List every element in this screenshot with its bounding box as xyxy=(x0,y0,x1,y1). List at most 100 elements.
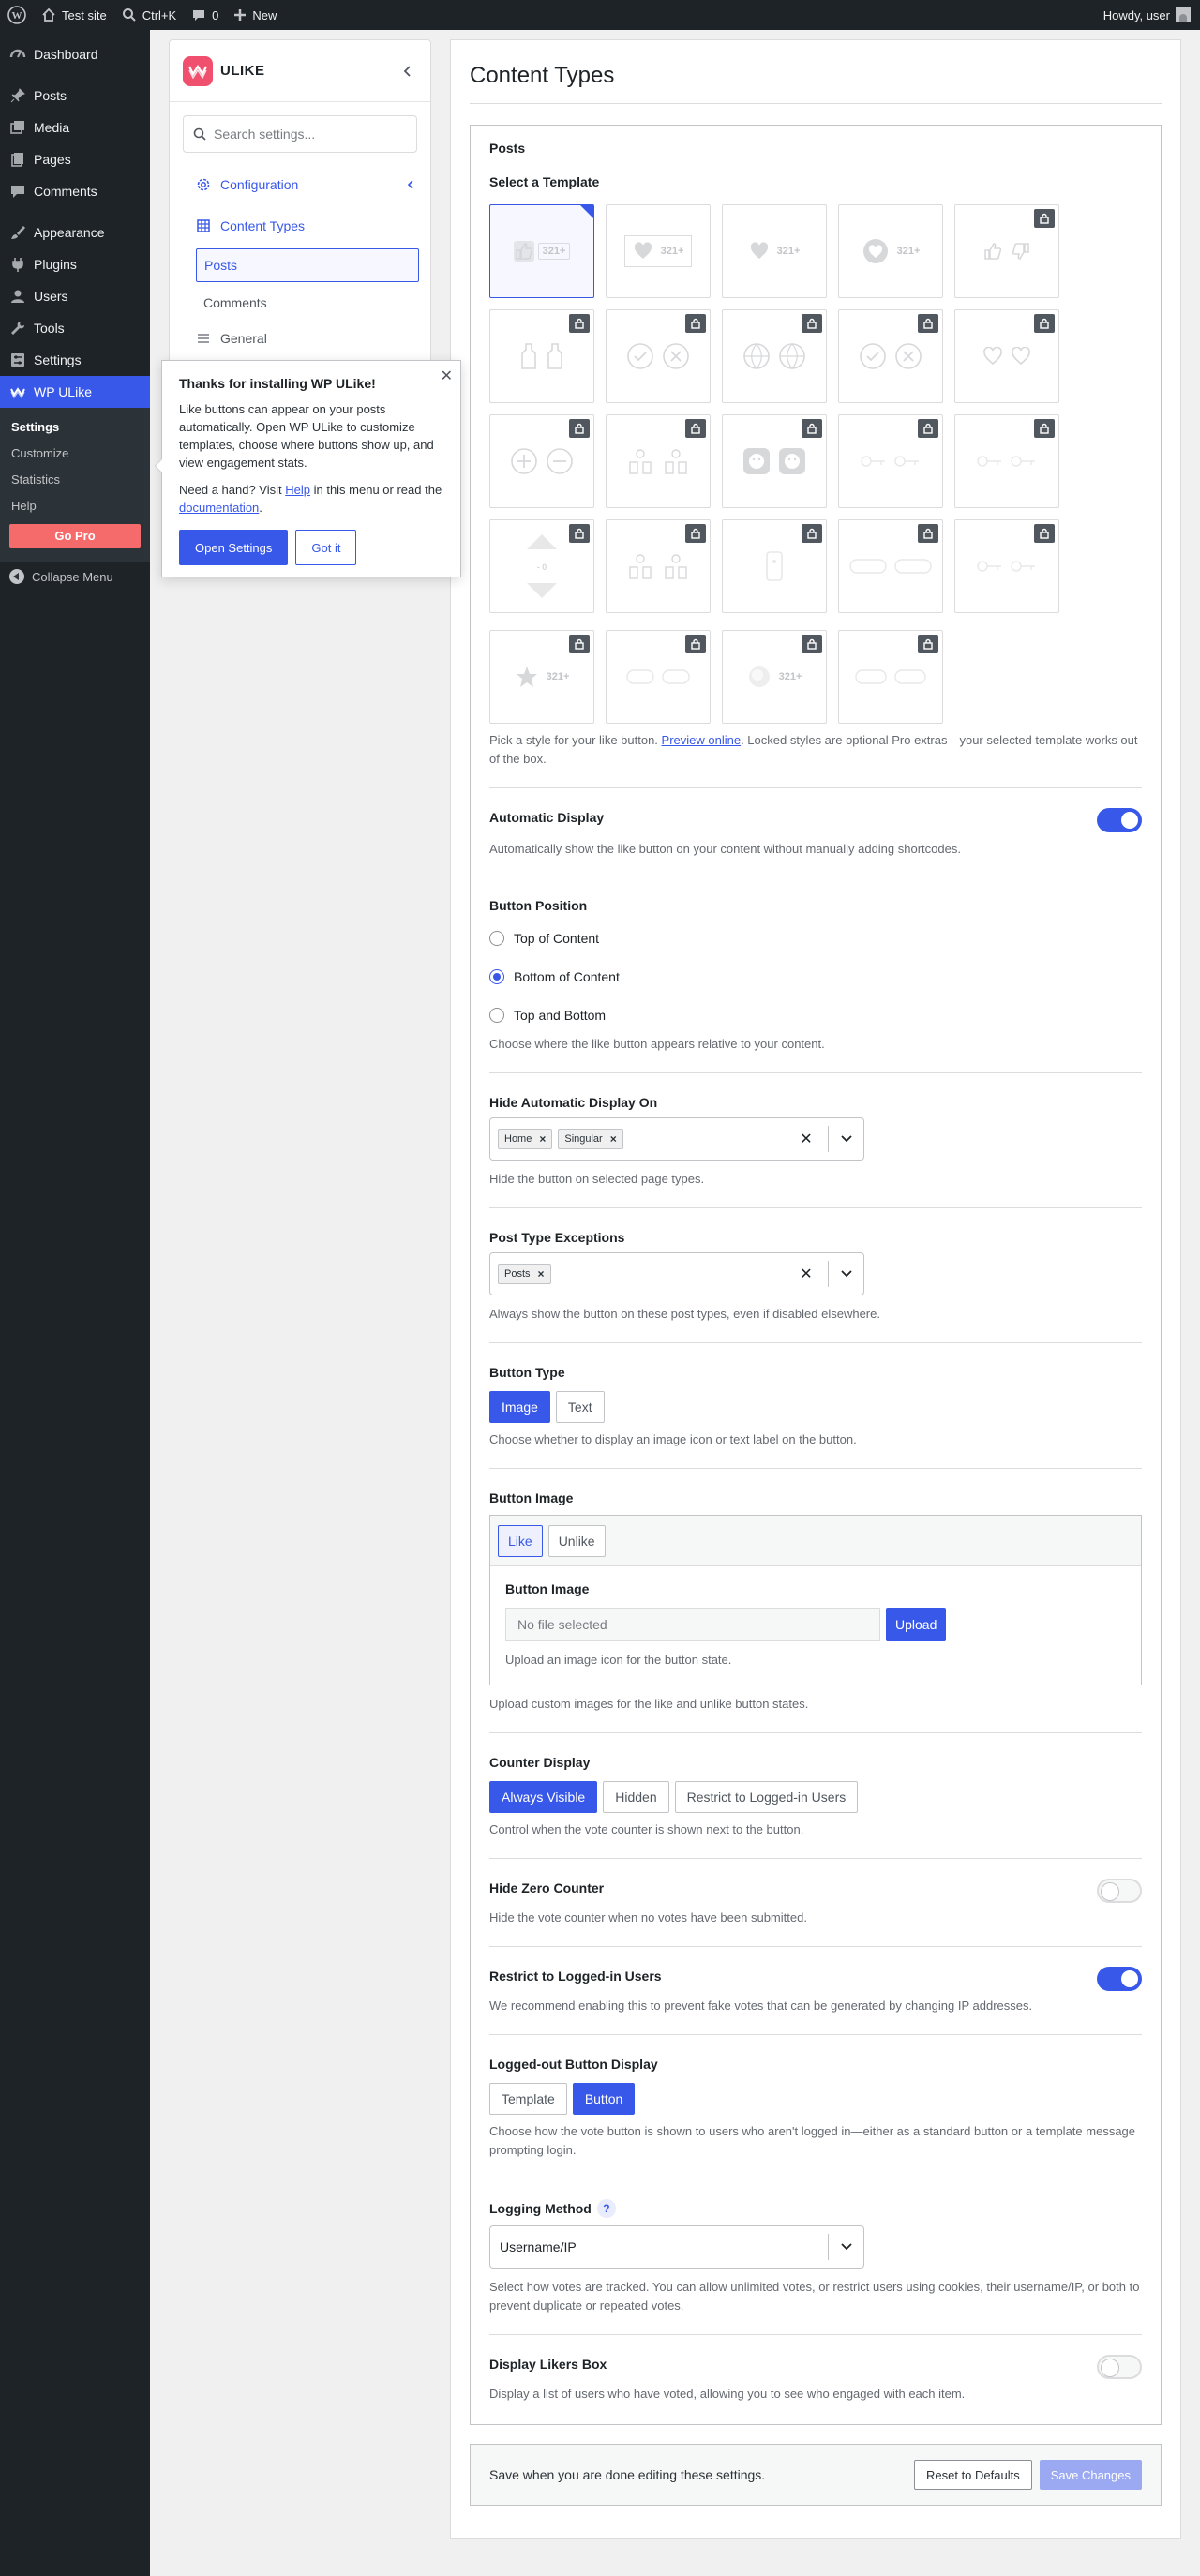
auto-display-toggle[interactable] xyxy=(1097,808,1142,832)
close-icon[interactable]: ✕ xyxy=(441,367,453,385)
clear-icon[interactable]: ✕ xyxy=(790,1118,822,1160)
submenu-statistics[interactable]: Statistics xyxy=(0,466,150,492)
radio-bottom-of-content[interactable]: Bottom of Content xyxy=(489,966,1142,987)
menu-pages[interactable]: Pages xyxy=(0,143,150,175)
logged-out-button[interactable]: Button xyxy=(572,2083,636,2115)
template-people-tile[interactable] xyxy=(606,414,711,508)
template-key-tile[interactable] xyxy=(838,414,943,508)
template-phone-tile[interactable] xyxy=(722,519,827,613)
help-icon[interactable]: ? xyxy=(596,2199,616,2218)
nav-comments[interactable]: Comments xyxy=(203,292,430,314)
upload-button[interactable]: Upload xyxy=(886,1608,947,1641)
template-globe-tile[interactable] xyxy=(722,309,827,403)
template-smile-tile[interactable] xyxy=(722,414,827,508)
template-default-tile[interactable]: 321+ xyxy=(489,204,594,298)
menu-users[interactable]: Users xyxy=(0,280,150,312)
site-name-link[interactable]: Test site xyxy=(34,0,114,30)
template-toggle-tile[interactable] xyxy=(838,630,943,724)
menu-wp-ulike[interactable]: WP ULike xyxy=(0,376,150,408)
template-rings-tile[interactable] xyxy=(954,519,1059,613)
template-heart-circle-tile[interactable]: 321+ xyxy=(838,204,943,298)
submenu-help[interactable]: Help xyxy=(0,492,150,518)
template-pill-count-tile[interactable] xyxy=(606,630,711,724)
template-heart-box-tile[interactable]: 321+ xyxy=(606,204,711,298)
my-account[interactable]: Howdy, user xyxy=(1103,7,1200,22)
lock-icon xyxy=(691,638,700,650)
menu-appearance[interactable]: Appearance xyxy=(0,217,150,248)
menu-plugins[interactable]: Plugins xyxy=(0,248,150,280)
counter-hidden[interactable]: Hidden xyxy=(603,1781,669,1813)
restrict-toggle[interactable] xyxy=(1097,1967,1142,1991)
submenu-settings[interactable]: Settings xyxy=(0,413,150,440)
template-check-cross-tile[interactable] xyxy=(606,309,711,403)
template-key-light-tile[interactable] xyxy=(954,414,1059,508)
got-it-button[interactable]: Got it xyxy=(295,530,357,565)
clear-icon[interactable]: ✕ xyxy=(790,1253,822,1295)
template-thumbs-tile[interactable] xyxy=(954,204,1059,298)
template-slider-tile[interactable] xyxy=(838,519,943,613)
comments-link[interactable]: 0 xyxy=(184,0,226,30)
list-icon xyxy=(198,334,209,343)
counter-always-visible[interactable]: Always Visible xyxy=(489,1781,598,1813)
menu-posts[interactable]: Posts xyxy=(0,80,150,112)
template-star-tile[interactable]: 321+ xyxy=(489,630,594,724)
template-swirl-tile[interactable]: 321+ xyxy=(722,630,827,724)
open-settings-button[interactable]: Open Settings xyxy=(179,530,289,565)
sliders-icon xyxy=(11,353,24,367)
button-type-text[interactable]: Text xyxy=(555,1391,605,1423)
nav-configuration[interactable]: Configuration xyxy=(196,173,417,196)
wordpress-logo[interactable]: W xyxy=(0,0,34,30)
popover-actions: Open Settings Got it xyxy=(179,530,443,565)
button-image-box: Like Unlike Button Image No file selecte… xyxy=(489,1515,1142,1685)
button-type-image[interactable]: Image xyxy=(489,1391,550,1423)
hide-auto-multiselect[interactable]: Home × Singular × ✕ xyxy=(489,1117,864,1161)
tab-unlike[interactable]: Unlike xyxy=(548,1524,606,1557)
menu-comments[interactable]: Comments xyxy=(0,175,150,207)
file-input[interactable]: No file selected xyxy=(505,1608,880,1641)
template-plus-minus-tile[interactable] xyxy=(489,414,594,508)
go-pro-button[interactable]: Go Pro xyxy=(9,524,141,548)
submenu-customize[interactable]: Customize xyxy=(0,440,150,466)
command-palette[interactable]: Ctrl+K xyxy=(114,0,184,30)
nav-general[interactable]: General xyxy=(196,327,417,350)
nav-content-types-label: Content Types xyxy=(220,218,306,233)
exceptions-multiselect[interactable]: Posts × ✕ xyxy=(489,1252,864,1295)
counter-restrict-logged-in[interactable]: Restrict to Logged-in Users xyxy=(674,1781,859,1813)
save-changes-button[interactable]: Save Changes xyxy=(1039,2460,1142,2490)
template-heart-spark-tile[interactable]: 321+ xyxy=(722,204,827,298)
settings-search-input[interactable]: Search settings... xyxy=(183,115,417,153)
template-heart-broken-tile[interactable] xyxy=(954,309,1059,403)
reset-defaults-button[interactable]: Reset to Defaults xyxy=(914,2460,1032,2490)
new-content-link[interactable]: New xyxy=(226,0,284,30)
tab-like[interactable]: Like xyxy=(498,1524,543,1557)
remove-chip-icon[interactable]: × xyxy=(538,1267,545,1281)
preview-online-link[interactable]: Preview online xyxy=(662,733,742,747)
hide-zero-toggle[interactable] xyxy=(1097,1879,1142,1903)
lock-badge xyxy=(569,524,590,543)
nav-content-types[interactable]: Content Types xyxy=(196,215,417,237)
remove-chip-icon[interactable]: × xyxy=(539,1132,546,1146)
menu-tools[interactable]: Tools xyxy=(0,312,150,344)
wordpress-icon: W xyxy=(8,6,26,24)
collapse-menu-button[interactable]: Collapse Menu xyxy=(0,562,150,592)
nav-posts[interactable]: Posts xyxy=(196,248,419,282)
logged-out-template[interactable]: Template xyxy=(489,2083,567,2115)
lock-icon xyxy=(923,318,933,329)
radio-top-and-bottom[interactable]: Top and Bottom xyxy=(489,1005,1142,1026)
documentation-link[interactable]: documentation xyxy=(179,501,259,515)
menu-dashboard[interactable]: Dashboard xyxy=(0,38,150,70)
menu-settings[interactable]: Settings xyxy=(0,344,150,376)
template-arrows-tile[interactable]: - 0 xyxy=(489,519,594,613)
template-dots-tile[interactable] xyxy=(606,519,711,613)
remove-chip-icon[interactable]: × xyxy=(610,1132,617,1146)
dropdown-toggle[interactable] xyxy=(828,1126,863,1152)
template-check-cross-light-tile[interactable] xyxy=(838,309,943,403)
collapse-nav-icon[interactable] xyxy=(398,62,417,81)
likers-box-toggle[interactable] xyxy=(1097,2355,1142,2379)
logging-method-select[interactable]: Username/IP xyxy=(489,2225,864,2269)
radio-top-of-content[interactable]: Top of Content xyxy=(489,928,1142,949)
template-bottle-tile[interactable] xyxy=(489,309,594,403)
menu-media[interactable]: Media xyxy=(0,112,150,143)
help-link[interactable]: Help xyxy=(285,483,310,497)
dropdown-toggle[interactable] xyxy=(828,1261,863,1287)
